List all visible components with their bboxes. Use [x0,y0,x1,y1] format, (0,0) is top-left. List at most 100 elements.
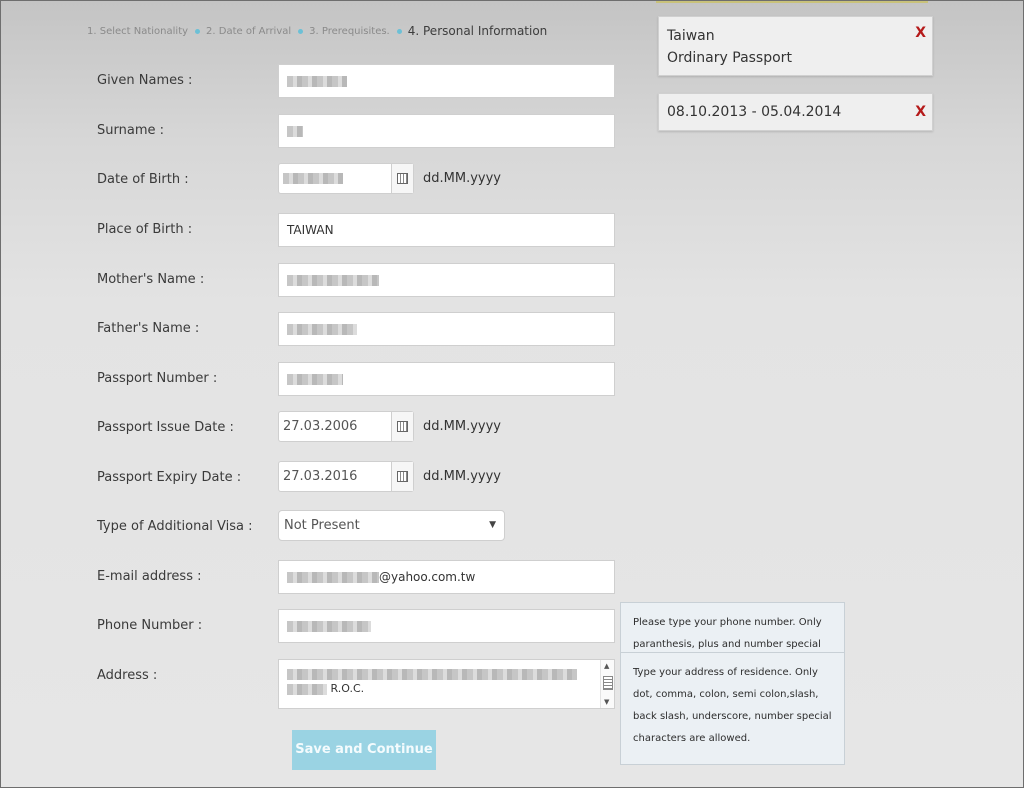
passport-expiry-date-row: Passport Expiry Date : 27.03.2016 dd.MM.… [1,461,641,497]
additional-visa-value: Not Present [284,518,360,533]
tooltip-line: Please type your phone number. Only [633,617,822,628]
nationality-card: Taiwan Ordinary Passport X [658,16,933,76]
redacted-value [287,572,379,583]
passport-issue-date-input[interactable]: 27.03.2006 [278,411,414,442]
date-format-hint: dd.MM.yyyy [423,171,501,186]
passport-expiry-date-label: Passport Expiry Date : [97,470,242,485]
wizard-steps: 1. Select Nationality 2. Date of Arrival… [87,23,547,39]
tooltip-line: dot, comma, colon, semi colon,slash, [633,689,819,700]
date-of-birth-label: Date of Birth : [97,172,189,187]
address-textarea[interactable]: R.O.C. ▲ ▼ [278,659,615,709]
step-label: 3. Prerequisites. [309,25,390,37]
tooltip-pointer [620,670,621,684]
fathers-name-input[interactable] [278,312,615,346]
surname-label: Surname : [97,123,164,138]
date-of-birth-row: Date of Birth : dd.MM.yyyy [1,163,641,199]
redacted-value [287,126,303,137]
step-dot-icon [195,28,201,34]
additional-visa-select[interactable]: Not Present ▼ [278,510,505,541]
passport-number-label: Passport Number : [97,371,218,386]
mothers-name-input[interactable] [278,263,615,297]
surname-row: Surname : [1,114,641,150]
given-names-label: Given Names : [97,73,193,88]
date-of-birth-input[interactable] [278,163,414,194]
redacted-value [287,668,577,680]
address-label: Address : [97,668,158,683]
passport-number-row: Passport Number : [1,362,641,398]
tooltip-line: back slash, underscore, number special [633,711,832,722]
calendar-button[interactable] [391,412,413,441]
additional-visa-label: Type of Additional Visa : [97,519,253,534]
place-of-birth-input[interactable]: TAIWAN [278,213,615,247]
place-of-birth-label: Place of Birth : [97,222,193,237]
email-input[interactable]: @yahoo.com.tw [278,560,615,594]
step-select-nationality[interactable]: 1. Select Nationality [87,26,188,37]
redacted-value [287,324,357,335]
redacted-value [287,76,347,87]
redacted-value [283,173,343,184]
phone-input[interactable] [278,609,615,643]
mothers-name-row: Mother's Name : [1,263,641,299]
step-label: 2. Date of Arrival [206,25,292,37]
phone-label: Phone Number : [97,618,203,633]
fathers-name-label: Father's Name : [97,321,200,336]
date-format-hint: dd.MM.yyyy [423,419,501,434]
remove-dates-button[interactable]: X [915,94,926,130]
passport-number-input[interactable] [278,362,615,396]
step-label: 4. Personal Information [407,24,548,38]
scroll-thumb[interactable] [603,676,613,690]
remove-nationality-button[interactable]: X [915,25,926,41]
passport-expiry-date-input[interactable]: 27.03.2016 [278,461,414,492]
email-domain: @yahoo.com.tw [379,570,476,584]
date-of-birth-value [283,164,343,193]
address-tooltip: Type your address of residence. Only dot… [620,652,845,765]
tooltip-pointer [620,620,621,634]
passport-issue-date-label: Passport Issue Date : [97,420,234,435]
place-of-birth-row: Place of Birth : TAIWAN [1,213,641,249]
address-line [287,666,606,681]
passport-issue-date-value: 27.03.2006 [283,419,358,434]
calendar-icon [397,421,408,432]
surname-input[interactable] [278,114,615,148]
date-range: 08.10.2013 - 05.04.2014 [667,104,842,120]
calendar-button[interactable] [391,164,413,193]
redacted-value [287,374,343,385]
scroll-up-icon[interactable]: ▲ [604,662,609,670]
passport-expiry-date-value: 27.03.2016 [283,469,358,484]
step-label: 1. Select Nationality [87,25,189,37]
redacted-value [287,275,379,286]
passport-issue-date-row: Passport Issue Date : 27.03.2006 dd.MM.y… [1,411,641,447]
mothers-name-label: Mother's Name : [97,272,205,287]
calendar-icon [397,173,408,184]
dates-card: 08.10.2013 - 05.04.2014 X [658,93,933,131]
email-label: E-mail address : [97,569,202,584]
step-personal-information: 4. Personal Information [390,24,548,38]
given-names-input[interactable] [278,64,615,98]
nationality-country: Taiwan [667,28,715,44]
given-names-row: Given Names : [1,64,641,100]
additional-visa-row: Type of Additional Visa : Not Present ▼ [1,510,641,546]
step-dot-icon [298,28,304,34]
address-line: R.O.C. [287,681,606,696]
phone-row: Phone Number : [1,609,641,645]
step-date-of-arrival[interactable]: 2. Date of Arrival [188,26,291,37]
redacted-value [287,621,371,632]
tooltip-line: Type your address of residence. Only [633,667,818,678]
calendar-button[interactable] [391,462,413,491]
calendar-icon [397,471,408,482]
textarea-scrollbar[interactable]: ▲ ▼ [600,660,614,708]
save-and-continue-button[interactable]: Save and Continue [292,730,436,770]
redacted-value [287,683,327,695]
email-row: E-mail address : @yahoo.com.tw [1,560,641,596]
nationality-document: Ordinary Passport [667,50,792,66]
address-country: R.O.C. [330,682,365,695]
page-frame: 1. Select Nationality 2. Date of Arrival… [0,0,1024,788]
fathers-name-row: Father's Name : [1,312,641,348]
dropdown-arrow-icon: ▼ [489,520,496,530]
step-dot-icon [396,28,402,34]
top-accent-bar [656,1,928,3]
address-row: Address : R.O.C. ▲ ▼ [1,659,641,711]
step-prerequisites[interactable]: 3. Prerequisites. [291,26,390,37]
scroll-down-icon[interactable]: ▼ [604,698,609,706]
date-format-hint: dd.MM.yyyy [423,469,501,484]
